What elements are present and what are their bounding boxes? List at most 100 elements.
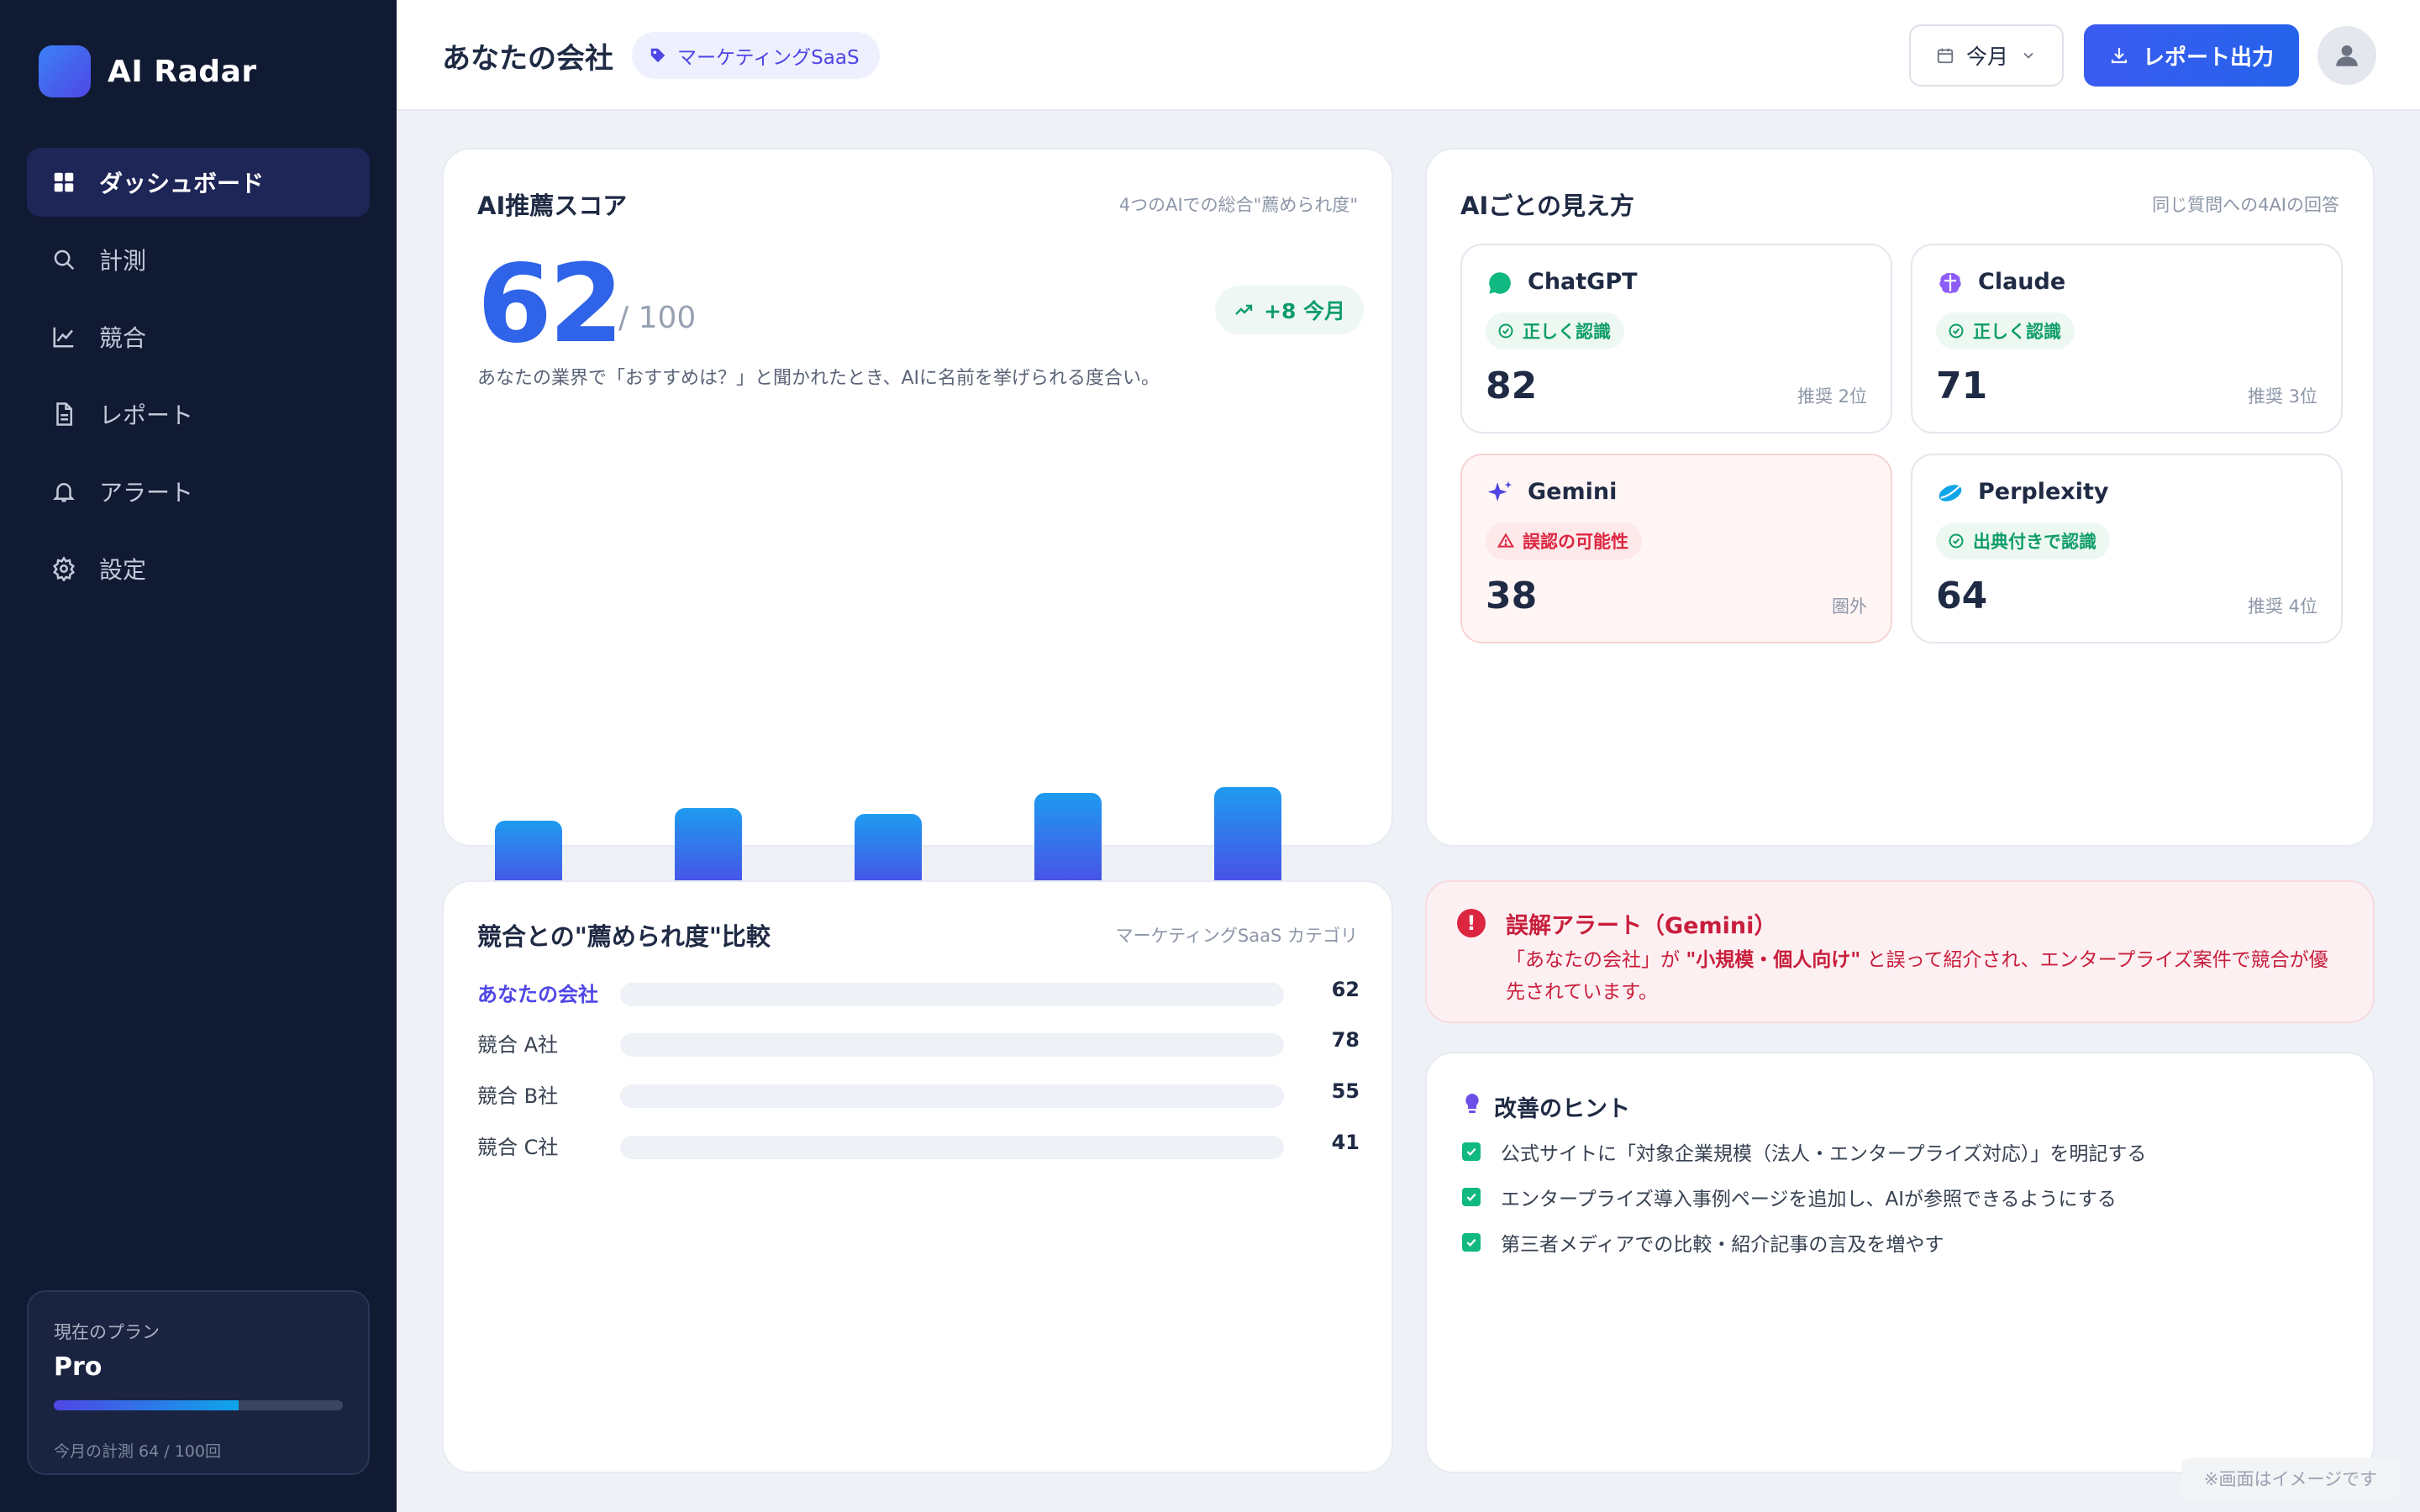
competitor-bar-fill	[620, 983, 1284, 1006]
ai-score-description: あなたの業界で「おすすめは？」と聞かれたとき、AIに名前を挙げられる度合い。	[477, 368, 1160, 389]
sidebar-item-reports[interactable]: レポート	[27, 380, 370, 449]
ai-card-rank: 推奨 4位	[2247, 596, 2317, 617]
competitor-name: 競合 A社	[477, 1033, 559, 1057]
score-trend-badge: +8 今月	[1215, 286, 1365, 334]
check-circle-icon	[1498, 323, 1513, 339]
hint-text: 第三者メディアでの比較・紹介記事の言及を増やす	[1501, 1234, 1944, 1256]
checkbox-checked-icon	[1462, 1233, 1481, 1252]
ai-score-subtitle: 4つのAIでの総合"薦められ度"	[1118, 195, 1358, 215]
export-report-button[interactable]: レポート出力	[2084, 24, 2299, 87]
ai-card-name: Gemini	[1528, 479, 1618, 505]
warning-icon	[1497, 533, 1514, 548]
user-avatar[interactable]	[2317, 26, 2376, 85]
plan-label: 現在のプラン	[54, 1322, 160, 1342]
competitor-row[interactable]: 競合 C社 41	[477, 1127, 1360, 1161]
ai-view-title: AIごとの見え方	[1460, 192, 1634, 220]
sidebar-item-label: アラート	[99, 479, 194, 507]
competitor-name: 競合 C社	[477, 1136, 559, 1159]
competitor-value: 62	[1331, 978, 1360, 1001]
hint-text: エンタープライズ導入事例ページを追加し、AIが参照できるようにする	[1501, 1189, 2117, 1210]
hint-item: 第三者メディアでの比較・紹介記事の言及を増やす	[1462, 1228, 1944, 1257]
competitor-value: 41	[1331, 1131, 1360, 1154]
perplexity-icon	[1939, 485, 1962, 501]
top-header: あなたの会社 マーケティングSaaS 今月 レポート出力	[397, 0, 2420, 111]
hints-card: 改善のヒント 公式サイトに「対象企業規模（法人・エンタープライズ対応）」を明記す…	[1425, 1052, 2375, 1473]
industry-tag[interactable]: マーケティングSaaS	[632, 32, 880, 79]
plan-card[interactable]: 現在のプラン Pro 今月の計測 64 / 100回	[27, 1290, 370, 1475]
competitor-bar-fill	[620, 1136, 1284, 1159]
ai-score-max: / 100	[618, 301, 697, 335]
ai-card-chatgpt[interactable]: ChatGPT 正しく認識 82 推奨 2位	[1460, 244, 1892, 433]
alert-icon: !	[1457, 909, 1486, 937]
hint-item: 公式サイトに「対象企業規模（法人・エンタープライズ対応）」を明記する	[1462, 1137, 2146, 1166]
brand[interactable]: AI Radar	[39, 45, 257, 97]
chevron-down-icon	[2023, 52, 2033, 59]
lightbulb-icon	[1465, 1094, 1479, 1113]
ai-card-gemini[interactable]: Gemini 誤認の可能性 38 圏外	[1460, 454, 1892, 643]
alert-body-prefix: 「あなたの会社」が	[1506, 949, 1686, 971]
ai-score-title: AI推薦スコア	[477, 192, 628, 220]
ai-status-badge: 誤認の可能性	[1486, 522, 1642, 559]
ai-card-score: 71	[1936, 365, 1988, 407]
sidebar-item-alerts[interactable]: アラート	[27, 457, 370, 526]
alert-body-emphasis: "小規模・個人向け"	[1686, 949, 1861, 971]
period-select[interactable]: 今月	[1909, 24, 2064, 87]
competitor-bar	[620, 1136, 1284, 1159]
ai-score-card: AI推薦スコア 4つのAIでの総合"薦められ度" 62 / 100 +8 今月 …	[442, 148, 1393, 930]
ai-status-label: 正しく認識	[1973, 322, 2061, 342]
plan-usage-text: 今月の計測 64 / 100回	[54, 1442, 221, 1461]
sidebar-nav: ダッシュボード 計測 競合 レポート アラート 設定	[27, 148, 370, 612]
competitor-row[interactable]: 競合 A社 78	[477, 1025, 1360, 1058]
competitor-value: 55	[1331, 1079, 1360, 1103]
gear-icon	[50, 555, 77, 582]
gemini-icon	[1487, 480, 1512, 501]
bell-icon	[50, 478, 77, 505]
ai-card-claude[interactable]: Claude 正しく認識 71 推奨 3位	[1911, 244, 2343, 433]
alert-title: 誤解アラート（Gemini）	[1506, 913, 1777, 939]
image-disclaimer: ※画面はイメージです	[2181, 1458, 2400, 1499]
sidebar-item-settings[interactable]: 設定	[27, 534, 370, 603]
ai-status-badge: 正しく認識	[1486, 312, 1624, 349]
check-circle-icon	[1949, 533, 1964, 549]
chart-line-icon	[50, 323, 77, 350]
brand-name: AI Radar	[108, 54, 257, 89]
calendar-icon	[1937, 48, 1954, 64]
ai-card-score: 82	[1486, 365, 1538, 407]
plan-name: Pro	[54, 1352, 103, 1382]
ai-status-badge: 正しく認識	[1936, 312, 2075, 349]
competitor-bar	[620, 1084, 1284, 1108]
competitor-subtitle: マーケティングSaaS カテゴリ	[1115, 926, 1358, 946]
competitor-row[interactable]: 競合 B社 55	[477, 1076, 1360, 1110]
ai-card-name: Perplexity	[1978, 479, 2109, 505]
sidebar-item-label: ダッシュボード	[99, 170, 265, 197]
ai-card-perplexity[interactable]: Perplexity 出典付きで認識 64 推奨 4位	[1911, 454, 2343, 643]
period-select-value: 今月	[1965, 45, 2008, 69]
alert-body: 「あなたの会社」が "小規模・個人向け" と誤って紹介され、エンタープライズ案件…	[1506, 944, 2346, 1008]
ai-card-rank: 推奨 3位	[2247, 386, 2317, 407]
plan-usage-fill	[54, 1400, 239, 1410]
ai-view-card: AIごとの見え方 同じ質問への4AIの回答 ChatGPT 正しく認識 82 推…	[1425, 148, 2375, 847]
ai-card-score: 64	[1936, 575, 1988, 617]
hint-item: エンタープライズ導入事例ページを追加し、AIが参照できるようにする	[1462, 1183, 2117, 1211]
sidebar: AI Radar ダッシュボード 計測 競合 レポート アラート 設定 現在のプ…	[0, 0, 397, 1512]
chatgpt-icon	[1489, 272, 1511, 294]
ai-card-name: ChatGPT	[1528, 269, 1638, 295]
sidebar-item-label: レポート	[99, 402, 194, 429]
competitor-card: 競合との"薦められ度"比較 マーケティングSaaS カテゴリ あなたの会社 62…	[442, 880, 1393, 1473]
competitor-bar-fill	[620, 1084, 1284, 1108]
competitor-title: 競合との"薦められ度"比較	[477, 922, 771, 951]
sidebar-item-competitors[interactable]: 競合	[27, 302, 370, 371]
checkbox-checked-icon	[1462, 1142, 1481, 1161]
ai-status-badge: 出典付きで認識	[1936, 522, 2110, 559]
ai-card-score: 38	[1486, 575, 1538, 617]
export-report-label: レポート出力	[2142, 45, 2274, 71]
sidebar-item-measure[interactable]: 計測	[27, 225, 370, 294]
hint-text: 公式サイトに「対象企業規模（法人・エンタープライズ対応）」を明記する	[1501, 1143, 2147, 1165]
check-circle-icon	[1949, 323, 1964, 339]
competitor-name: 競合 B社	[477, 1084, 559, 1108]
document-icon	[50, 401, 77, 428]
misunderstanding-alert[interactable]: ! 誤解アラート（Gemini） 「あなたの会社」が "小規模・個人向け" と誤…	[1425, 880, 2375, 1023]
checkbox-checked-icon	[1462, 1188, 1481, 1206]
competitor-row[interactable]: あなたの会社 62	[477, 974, 1360, 1008]
sidebar-item-dashboard[interactable]: ダッシュボード	[27, 148, 370, 217]
